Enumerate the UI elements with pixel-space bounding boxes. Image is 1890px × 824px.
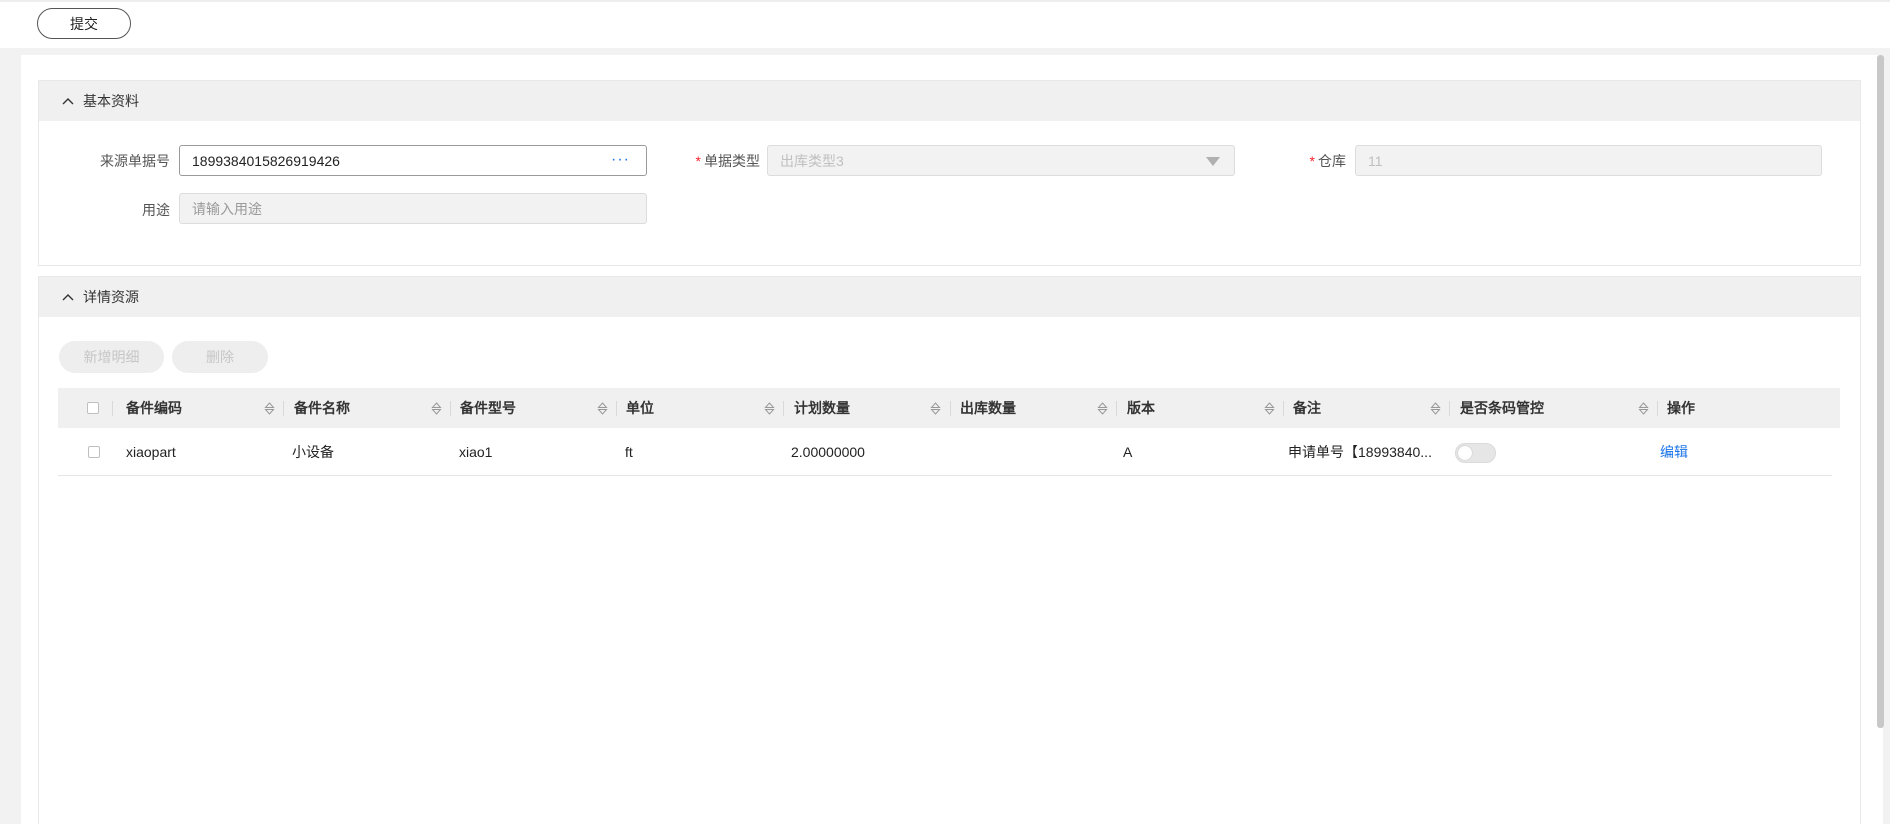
- doc-type-label: * 单据类型: [680, 151, 760, 171]
- sort-icon[interactable]: [597, 402, 608, 415]
- cell-code: xiaopart: [126, 444, 176, 460]
- chevron-up-icon: [62, 98, 74, 105]
- purpose-label: 用途: [142, 202, 170, 218]
- column-divider: [1283, 401, 1284, 416]
- dropdown-arrow-icon: [1206, 157, 1220, 166]
- edit-link[interactable]: 编辑: [1660, 428, 1688, 476]
- select-all-checkbox[interactable]: [87, 402, 99, 414]
- source-no-value: 1899384015826919426: [192, 152, 340, 169]
- sort-icon[interactable]: [1638, 402, 1649, 415]
- purpose-field[interactable]: 请输入用途: [179, 193, 647, 224]
- column-divider: [616, 401, 617, 416]
- more-icon[interactable]: ···: [611, 151, 630, 169]
- cell-planned-qty: 2.00000000: [791, 444, 865, 460]
- source-no-field[interactable]: 1899384015826919426 ···: [179, 145, 647, 176]
- detail-header[interactable]: 详情资源: [39, 277, 1860, 317]
- col-model[interactable]: 备件型号: [460, 388, 516, 428]
- cell-name: 小设备: [292, 444, 334, 460]
- col-barcode-control[interactable]: 是否条码管控: [1460, 388, 1544, 428]
- column-divider: [283, 401, 284, 416]
- required-mark: *: [1309, 153, 1315, 169]
- cell-remark: 申请单号【18993840...: [1288, 444, 1432, 460]
- doc-type-label-text: 单据类型: [704, 153, 760, 169]
- col-code[interactable]: 备件编码: [126, 388, 182, 428]
- column-divider: [450, 401, 451, 416]
- column-divider: [1657, 401, 1658, 416]
- submit-button[interactable]: 提交: [37, 8, 131, 39]
- col-action: 操作: [1667, 400, 1695, 416]
- col-out-qty[interactable]: 出库数量: [960, 388, 1016, 428]
- source-no-label: 来源单据号: [100, 153, 170, 169]
- warehouse-value: 11: [1368, 152, 1383, 169]
- column-divider: [112, 401, 113, 416]
- table-header: 备件编码 备件名称 备件型号 单位 计划数量 出库数量 版本 备注 是否条码管控…: [58, 388, 1840, 428]
- top-toolbar: 提交: [0, 0, 1890, 48]
- cell-model: xiao1: [459, 444, 493, 460]
- col-planned-qty[interactable]: 计划数量: [794, 388, 850, 428]
- warehouse-label: * 仓库: [1290, 151, 1346, 171]
- delete-button[interactable]: 删除: [172, 341, 268, 373]
- toggle-knob: [1458, 446, 1472, 460]
- row-checkbox[interactable]: [88, 446, 100, 458]
- vertical-scrollbar[interactable]: [1877, 55, 1884, 728]
- sort-icon[interactable]: [764, 402, 775, 415]
- doc-type-value: 出库类型3: [780, 152, 844, 169]
- column-divider: [1116, 401, 1117, 416]
- cell-unit: ft: [625, 444, 633, 460]
- cell-version: A: [1123, 444, 1133, 460]
- purpose-placeholder: 请输入用途: [192, 200, 262, 217]
- required-mark: *: [695, 153, 701, 169]
- add-detail-button[interactable]: 新增明细: [59, 341, 164, 373]
- sort-icon[interactable]: [264, 402, 275, 415]
- sort-icon[interactable]: [1097, 402, 1108, 415]
- col-name[interactable]: 备件名称: [294, 388, 350, 428]
- warehouse-field[interactable]: 11: [1355, 145, 1822, 176]
- warehouse-label-text: 仓库: [1318, 153, 1346, 169]
- sort-icon[interactable]: [431, 402, 442, 415]
- sort-icon[interactable]: [930, 402, 941, 415]
- basic-info-title: 基本资料: [83, 93, 139, 109]
- column-divider: [1449, 401, 1450, 416]
- doc-type-select[interactable]: 出库类型3: [767, 145, 1235, 176]
- detail-title: 详情资源: [83, 289, 139, 305]
- chevron-up-icon: [62, 294, 74, 301]
- col-unit[interactable]: 单位: [626, 388, 654, 428]
- sort-icon[interactable]: [1430, 402, 1441, 415]
- table-row: xiaopart 小设备 xiao1 ft 2.00000000 A 申请单号【…: [58, 428, 1832, 476]
- column-divider: [783, 401, 784, 416]
- col-remark[interactable]: 备注: [1293, 388, 1321, 428]
- basic-info-header[interactable]: 基本资料: [39, 81, 1860, 121]
- sort-icon[interactable]: [1264, 402, 1275, 415]
- column-divider: [950, 401, 951, 416]
- col-version[interactable]: 版本: [1127, 388, 1155, 428]
- barcode-control-toggle[interactable]: [1455, 443, 1496, 463]
- detail-section: 详情资源: [38, 276, 1861, 824]
